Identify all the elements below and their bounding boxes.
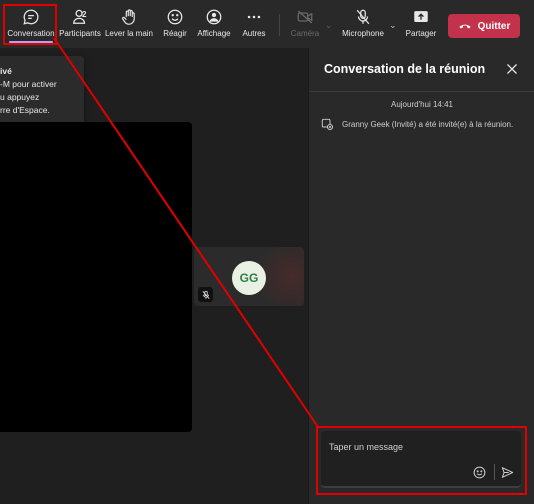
view-button-label: Affichage: [197, 29, 231, 38]
camera-button[interactable]: Caméra: [290, 8, 320, 44]
camera-off-icon: [297, 10, 313, 24]
share-button[interactable]: Partager: [404, 8, 438, 44]
mic-off-icon: [356, 9, 370, 25]
camera-button-label: Caméra: [290, 29, 320, 38]
toolbar-divider: [279, 14, 280, 36]
participants-count: 2: [82, 10, 87, 19]
react-button-label: Réagir: [163, 29, 187, 38]
shortcut-tooltip: ivé -M pour activer u appuyez rre d'Espa…: [0, 56, 84, 130]
raise-hand-button[interactable]: Lever la main: [104, 8, 154, 44]
tooltip-line: rre d'Espace.: [0, 105, 50, 115]
emoji-icon[interactable]: [473, 466, 486, 479]
participants-button[interactable]: 2 Participants: [58, 8, 102, 44]
person-added-icon: [321, 118, 333, 130]
avatar: GG: [232, 261, 266, 295]
more-icon: [247, 15, 261, 19]
tooltip-line: u appuyez: [0, 92, 40, 102]
panel-divider: [309, 91, 534, 92]
main-video-area: [0, 122, 192, 432]
system-message-text: Granny Geek (Invité) a été invité(e) à l…: [342, 120, 514, 129]
active-tab-indicator: [9, 41, 53, 43]
hang-up-icon: [459, 24, 471, 29]
more-button-label: Autres: [242, 29, 266, 38]
share-icon: [414, 11, 428, 22]
meeting-toolbar: Conversation 2 Participants Lever la mai…: [0, 0, 534, 48]
more-button[interactable]: Autres: [240, 8, 268, 44]
view-button[interactable]: Affichage: [196, 8, 232, 44]
mic-off-icon: [201, 290, 210, 299]
chat-icon: [23, 9, 39, 25]
chat-button-label: Conversation: [7, 29, 55, 38]
send-icon[interactable]: [501, 466, 514, 479]
close-icon[interactable]: [505, 62, 519, 76]
react-button[interactable]: Réagir: [160, 8, 190, 44]
tooltip-title: ivé: [0, 66, 12, 76]
leave-meeting-label: Quitter: [477, 20, 511, 32]
participant-tile[interactable]: GG: [194, 247, 304, 306]
smiley-icon: [167, 9, 183, 25]
composer-divider: [494, 464, 495, 480]
chat-button[interactable]: Conversation: [6, 8, 56, 44]
raise-hand-icon: [122, 9, 135, 25]
microphone-button-label: Microphone: [342, 29, 384, 38]
message-input[interactable]: [329, 439, 509, 455]
chat-panel: Conversation de la réunion Aujourd'hui 1…: [308, 48, 534, 504]
chat-panel-title: Conversation de la réunion: [324, 62, 486, 76]
view-icon: [206, 9, 222, 25]
message-composer: [321, 431, 521, 488]
microphone-options-chevron-icon[interactable]: ⌄: [389, 20, 397, 31]
share-button-label: Partager: [405, 29, 437, 38]
leave-meeting-button[interactable]: Quitter: [448, 14, 520, 38]
microphone-button[interactable]: Microphone: [340, 8, 386, 44]
raise-hand-button-label: Lever la main: [104, 29, 154, 38]
participants-button-label: Participants: [59, 29, 101, 38]
message-timestamp: Aujourd'hui 14:41: [390, 100, 454, 109]
camera-options-chevron-icon[interactable]: ⌄: [325, 20, 333, 31]
tooltip-line: -M pour activer: [0, 79, 57, 89]
participant-muted-indicator: [198, 287, 213, 302]
